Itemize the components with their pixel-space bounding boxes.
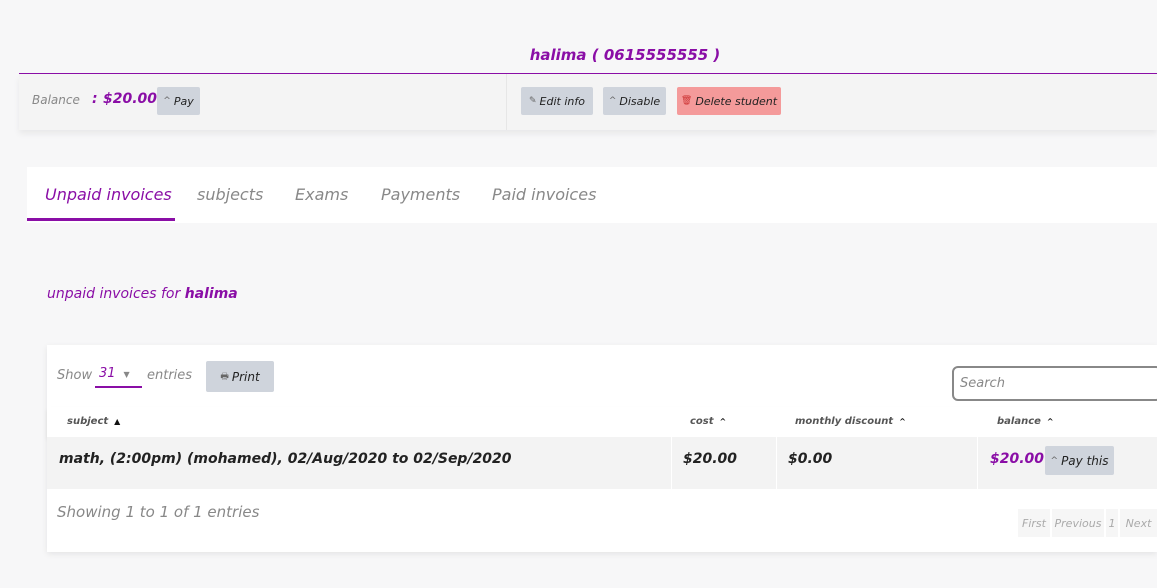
section-heading: unpaid invoices for halima: [47, 286, 238, 302]
entries-select[interactable]: 31 ▼: [95, 366, 142, 388]
tab-unpaid-invoices[interactable]: Unpaid invoices: [45, 185, 172, 204]
info-bar-divider: [506, 74, 507, 130]
pay-button[interactable]: ^ Pay: [157, 87, 200, 115]
search-input[interactable]: Search: [952, 366, 1157, 401]
table-row: math, (2:00pm) (mohamed), 02/Aug/2020 to…: [47, 437, 1157, 489]
cell-discount: $0.00: [788, 451, 833, 467]
tab-subjects[interactable]: subjects: [197, 185, 263, 204]
student-title: halima ( 0615555555 ): [0, 46, 1157, 64]
print-label: Print: [231, 369, 260, 384]
tabs-bar: Unpaid invoices subjects Exams Payments …: [27, 167, 1157, 223]
invoices-table-card: Show 31 ▼ entries 🖶 Print Search subject ▲…: [47, 345, 1157, 552]
section-heading-prefix: unpaid invoices for: [47, 286, 181, 302]
balance-value: $20.00: [103, 91, 158, 107]
pay-this-label: Pay this: [1061, 453, 1109, 468]
pay-this-button[interactable]: ^ Pay this: [1045, 446, 1114, 475]
pagination-previous[interactable]: Previous: [1052, 509, 1104, 537]
column-header-cost[interactable]: cost ^: [690, 416, 726, 427]
printer-icon: 🖶: [220, 371, 229, 382]
tab-exams[interactable]: Exams: [295, 185, 348, 204]
student-phone: ( 0615555555 ): [591, 46, 721, 64]
column-header-cost-label: cost: [690, 416, 714, 427]
trash-icon: 🗑: [680, 96, 693, 106]
disable-label: Disable: [619, 94, 661, 108]
balance-colon: :: [92, 91, 98, 107]
delete-student-label: Delete student: [695, 94, 778, 108]
entries-label: entries: [147, 368, 193, 383]
cell-subject: math, (2:00pm) (mohamed), 02/Aug/2020 to…: [59, 451, 512, 467]
pencil-icon: ✎: [529, 96, 537, 106]
active-tab-indicator: [27, 218, 175, 221]
tab-payments[interactable]: Payments: [381, 185, 460, 204]
chevron-up-icon: ^: [608, 96, 617, 106]
cell-separator: [671, 437, 672, 489]
cell-cost: $20.00: [683, 451, 738, 467]
sort-up-icon: ^: [899, 417, 906, 426]
print-button[interactable]: 🖶 Print: [206, 361, 274, 392]
student-info-bar: Balance : $20.00 ^ Pay ✎ Edit info ^ Dis…: [19, 74, 1157, 130]
edit-info-button[interactable]: ✎ Edit info: [521, 87, 593, 115]
pay-button-label: Pay: [173, 94, 194, 108]
pagination-page-1[interactable]: 1: [1106, 509, 1118, 537]
column-header-balance[interactable]: balance ^: [997, 416, 1054, 427]
show-label: Show: [57, 368, 93, 383]
cell-balance: $20.00: [990, 451, 1045, 467]
sort-up-icon: ^: [1046, 417, 1054, 426]
column-header-subject-label: subject: [67, 416, 109, 427]
edit-info-label: Edit info: [539, 94, 585, 108]
sort-up-icon: ▲: [114, 417, 121, 426]
table-info: Showing 1 to 1 of 1 entries: [57, 503, 260, 521]
sort-up-icon: ^: [719, 417, 727, 426]
cell-separator: [776, 437, 777, 489]
entries-value: 31: [99, 366, 116, 381]
chevron-up-icon: ^: [163, 96, 171, 106]
table-header: subject ▲ cost ^ monthly discount ^ balance…: [47, 407, 1157, 437]
student-name: halima: [529, 46, 587, 64]
balance-label: Balance: [32, 93, 80, 107]
column-header-subject[interactable]: subject ▲: [67, 416, 120, 427]
cell-separator: [977, 437, 978, 489]
chevron-up-icon: ^: [1050, 455, 1059, 466]
pagination-next[interactable]: Next: [1120, 509, 1157, 537]
caret-down-icon: ▼: [123, 370, 130, 379]
disable-button[interactable]: ^ Disable: [603, 87, 666, 115]
pagination-first[interactable]: First: [1018, 509, 1050, 537]
column-header-monthly-discount[interactable]: monthly discount ^: [795, 416, 906, 427]
column-header-balance-label: balance: [997, 416, 1041, 427]
column-header-discount-label: monthly discount: [795, 416, 894, 427]
section-heading-student: halima: [184, 286, 238, 302]
tab-paid-invoices[interactable]: Paid invoices: [492, 185, 596, 204]
delete-student-button[interactable]: 🗑 Delete student: [677, 87, 781, 115]
